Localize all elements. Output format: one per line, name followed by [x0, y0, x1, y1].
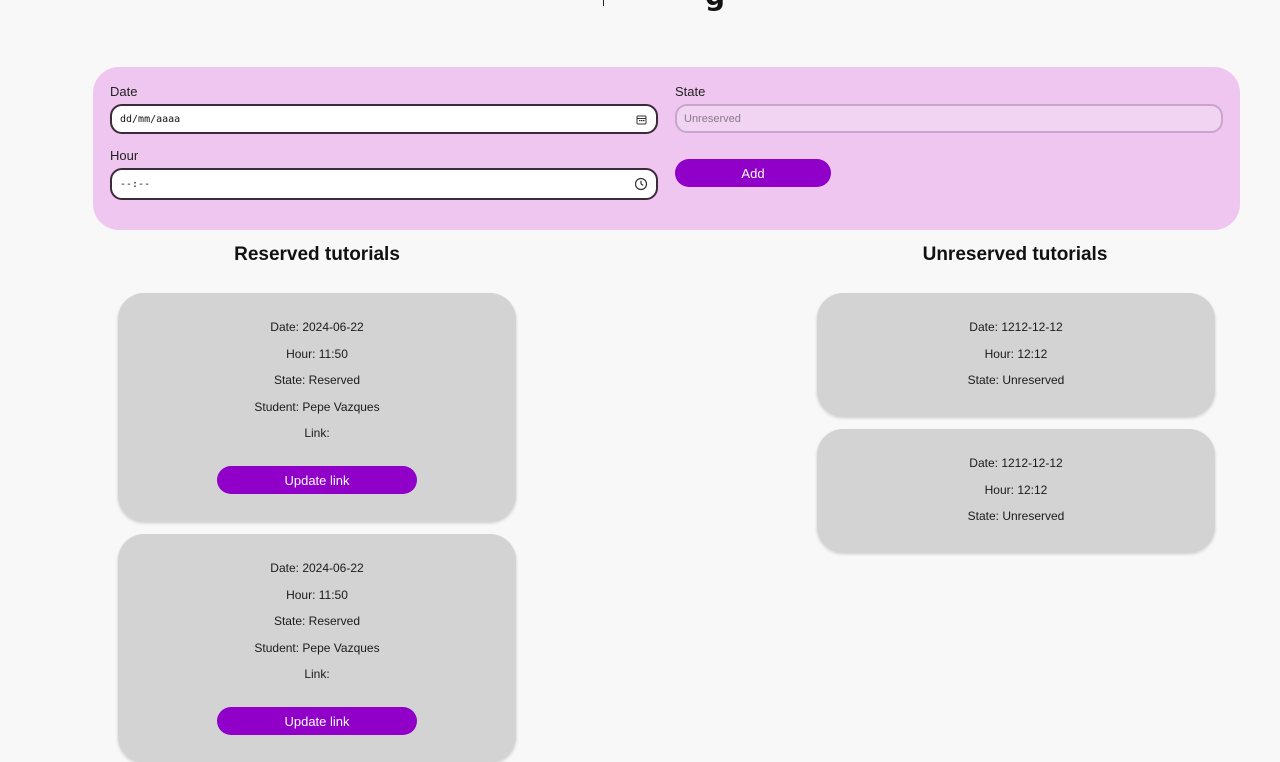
hour-label: Hour — [110, 148, 139, 163]
card-date: Date: 1212-12-12 — [969, 456, 1063, 470]
header-divider — [603, 0, 604, 6]
card-state: State: Reserved — [273, 373, 361, 387]
tutorial-form-panel — [93, 67, 1240, 230]
date-input[interactable]: dd/mm/aaaa — [110, 104, 658, 134]
state-input[interactable]: Unreserved — [675, 104, 1223, 133]
date-label: Date — [110, 84, 138, 99]
card-link: Link: — [304, 667, 330, 681]
hour-input[interactable]: --:-- — [110, 168, 658, 200]
state-label: State — [675, 84, 706, 99]
card-hour: Hour: 11:50 — [286, 588, 348, 602]
reserved-tutorial-card: Date: 2024-06-22 Hour: 11:50 State: Rese… — [118, 293, 516, 521]
card-state: State: Unreserved — [967, 373, 1065, 387]
calendar-icon[interactable] — [634, 112, 648, 126]
unreserved-tutorials-title: Unreserved tutorials — [922, 244, 1108, 265]
header-title-fragment: g — [705, 0, 725, 10]
date-input-value: dd/mm/aaaa — [120, 113, 181, 125]
unreserved-tutorial-card: Date: 1212-12-12 Hour: 12:12 State: Unre… — [817, 293, 1215, 416]
card-date: Date: 2024-06-22 — [270, 320, 364, 334]
card-state: State: Reserved — [273, 614, 361, 628]
card-date: Date: 1212-12-12 — [969, 320, 1063, 334]
hour-input-value: --:-- — [120, 178, 151, 190]
card-hour: Hour: 12:12 — [984, 483, 1048, 497]
update-link-button[interactable]: Update link — [217, 707, 417, 735]
card-state: State: Unreserved — [967, 509, 1065, 523]
state-input-placeholder: Unreserved — [684, 112, 741, 125]
card-student: Student: Pepe Vazques — [254, 641, 380, 655]
update-link-button[interactable]: Update link — [217, 466, 417, 494]
add-button[interactable]: Add — [675, 159, 831, 187]
reserved-tutorials-title: Reserved tutorials — [234, 244, 400, 265]
card-link: Link: — [304, 426, 330, 440]
card-student: Student: Pepe Vazques — [254, 400, 380, 414]
card-hour: Hour: 11:50 — [286, 347, 348, 361]
clock-icon[interactable] — [634, 177, 648, 191]
card-hour: Hour: 12:12 — [984, 347, 1048, 361]
reserved-tutorial-card: Date: 2024-06-22 Hour: 11:50 State: Rese… — [118, 534, 516, 762]
card-date: Date: 2024-06-22 — [270, 561, 364, 575]
unreserved-tutorial-card: Date: 1212-12-12 Hour: 12:12 State: Unre… — [817, 429, 1215, 552]
